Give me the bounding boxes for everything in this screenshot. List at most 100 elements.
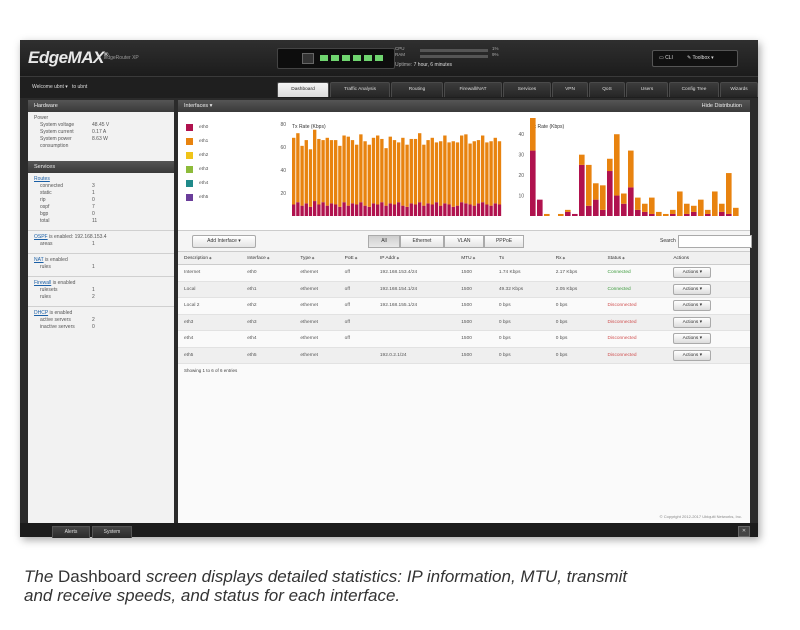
cpu-percent: 1% (492, 46, 499, 51)
tab-users[interactable]: Users (626, 82, 668, 97)
toolbox-button[interactable]: ✎ Toolbox ▾ (687, 55, 714, 61)
bar-eth0 (537, 199, 543, 216)
filter-pppoe[interactable]: PPPoE (484, 235, 524, 248)
search-input[interactable] (678, 235, 752, 248)
bar-eth0 (447, 204, 451, 216)
interfaces-dropdown[interactable]: Interfaces ▾ (184, 103, 212, 109)
filter-all[interactable]: All (368, 235, 400, 248)
tab-dashboard[interactable]: Dashboard (277, 82, 329, 97)
sort-icon[interactable]: ◆ (311, 256, 315, 260)
app-window: EdgeMAX® EdgeRouter XP CPU RAM 1% 9% Upt… (20, 40, 758, 538)
table-row[interactable]: eth4 eth4 ethernet off 1500 0 bps 0 bps Disconn… (178, 330, 750, 348)
user-menu[interactable]: Welcome ubnt ▾ to ubnt (32, 84, 87, 90)
column-header-rx[interactable]: Rx ◆ (549, 252, 602, 265)
table-row[interactable]: Local 2 eth2 ethernet off 192.168.155.1/24 15… (178, 297, 750, 315)
filter-vlan[interactable]: VLAN (444, 235, 484, 248)
routes-key: connected (40, 183, 64, 189)
actions-button[interactable]: Actions ▾ (673, 267, 712, 279)
cell-iface: eth1 (241, 281, 295, 298)
tab-services[interactable]: Services (503, 82, 551, 97)
port-off-icon (302, 53, 314, 64)
tab-config-tree[interactable]: Config Tree (669, 82, 719, 97)
bar-eth1 (677, 191, 683, 216)
alerts-tab[interactable]: Alerts (52, 526, 90, 538)
column-header-mtu[interactable]: MTU ◆ (455, 252, 493, 265)
column-header-interface[interactable]: Interface ◆ (241, 252, 295, 265)
dhcp-link[interactable]: DHCP (34, 310, 48, 316)
bar-eth1 (350, 140, 355, 204)
routes-value: 7 (92, 204, 95, 210)
tab-wizards[interactable]: Wizards (720, 82, 758, 97)
table-row[interactable]: eth3 eth3 ethernet off 1500 0 bps 0 bps Disconn… (178, 314, 750, 331)
tab-routing[interactable]: Routing (391, 82, 443, 97)
firewall-link[interactable]: Firewall (34, 280, 51, 286)
bar-eth0 (430, 204, 434, 216)
tab-firewall-nat[interactable]: Firewall/NAT (444, 82, 502, 97)
cell-rx: 2.17 Kbps (549, 264, 602, 282)
cell-ip (373, 314, 456, 331)
bar-eth1 (579, 154, 585, 165)
cell-tx: 1.74 Kbps (492, 264, 550, 282)
column-header-ip-addr[interactable]: IP Addr ◆ (373, 252, 456, 265)
tab-vpn[interactable]: VPN (552, 82, 588, 97)
tab-traffic-analysis[interactable]: Traffic Analysis (330, 82, 390, 97)
legend-item-eth4[interactable]: eth4 (186, 176, 208, 190)
power-value: 48.45 V (92, 122, 110, 128)
y-tick-label: 80 (280, 122, 286, 128)
bar-eth1 (586, 164, 592, 206)
column-header-poe[interactable]: PoE ◆ (338, 252, 374, 265)
bar-eth0 (635, 209, 641, 216)
filter-ethernet[interactable]: Ethernet (400, 235, 444, 248)
cli-button[interactable]: ▭ CLI (659, 55, 673, 61)
column-header-status[interactable]: Status ◆ (601, 252, 668, 265)
system-tab[interactable]: System (92, 526, 132, 538)
column-header-description[interactable]: Description ◆ (178, 252, 242, 265)
column-header-tx[interactable]: Tx (492, 252, 550, 265)
column-header-type[interactable]: Type ◆ (294, 252, 339, 265)
table-row[interactable]: Internet eth0 ethernet off 192.168.153.4/24 1… (178, 264, 750, 282)
bottom-bar: Alerts System ✕ (20, 523, 758, 538)
actions-button[interactable]: Actions ▾ (673, 349, 712, 361)
bar-eth0 (579, 164, 585, 216)
cell-ip: 192.168.154.1/24 (373, 281, 456, 298)
bar-eth1 (430, 137, 434, 205)
cell-desc: Local 2 (178, 297, 242, 315)
power-key: System voltage (40, 122, 75, 128)
legend-item-eth5[interactable]: eth5 (186, 190, 208, 204)
sort-icon[interactable]: ◆ (621, 256, 625, 260)
bar-eth0 (346, 205, 350, 216)
legend-swatch (186, 193, 193, 201)
actions-button[interactable]: Actions ▾ (673, 333, 712, 345)
tab-qos[interactable]: QoS (589, 82, 625, 97)
actions-button[interactable]: Actions ▾ (673, 300, 712, 312)
legend-item-eth2[interactable]: eth2 (186, 148, 208, 162)
legend-item-eth1[interactable]: eth1 (186, 134, 208, 148)
table-row[interactable]: eth5 eth5 ethernet 192.0.2.1/24 1500 0 bps 0 b… (178, 347, 750, 364)
sort-icon[interactable]: ◆ (208, 256, 212, 260)
y-tick-label: 20 (518, 173, 524, 179)
sort-icon[interactable]: ◆ (472, 256, 476, 260)
sort-icon[interactable]: ◆ (562, 256, 566, 260)
bar-eth0 (376, 204, 380, 216)
cell-mtu: 1500 (455, 281, 493, 298)
sort-icon[interactable]: ◆ (266, 256, 270, 260)
column-header-actions[interactable]: Actions (667, 252, 750, 265)
legend-item-eth3[interactable]: eth3 (186, 162, 208, 176)
cell-poe (338, 347, 374, 364)
add-interface-button[interactable]: Add Interface ▾ (192, 235, 256, 248)
sort-icon[interactable]: ◆ (396, 256, 399, 260)
rx-rate-chart: 10203040Rx Rate (Kbps) (518, 118, 739, 216)
cell-rx: 0 bps (549, 297, 602, 315)
close-icon[interactable]: ✕ (738, 526, 750, 537)
bar-eth1 (544, 213, 550, 216)
routes-link[interactable]: Routes (34, 176, 50, 182)
nat-link[interactable]: NAT (34, 257, 44, 263)
cell-desc: Local (178, 281, 242, 298)
hide-distribution-link[interactable]: Hide Distribution (702, 100, 742, 112)
sort-icon[interactable]: ◆ (354, 256, 358, 260)
ospf-link[interactable]: OSPF (34, 234, 48, 240)
actions-button[interactable]: Actions ▾ (673, 316, 712, 328)
table-row[interactable]: Local eth1 ethernet off 192.168.154.1/24 1500… (178, 281, 750, 298)
actions-button[interactable]: Actions ▾ (673, 283, 712, 295)
legend-item-eth0[interactable]: eth0 (186, 120, 208, 134)
